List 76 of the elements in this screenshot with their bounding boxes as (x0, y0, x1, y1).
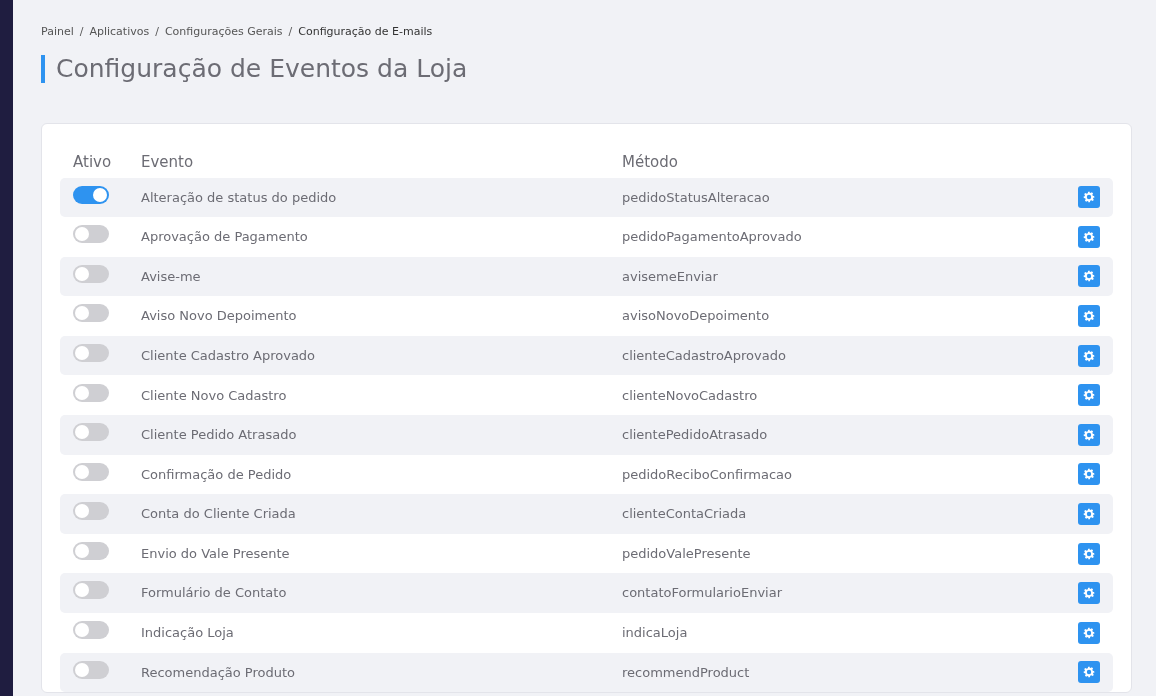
event-name: Indicação Loja (141, 625, 234, 641)
method-name: pedidoValePresente (622, 545, 751, 561)
event-name: Aprovação de Pagamento (141, 229, 308, 245)
toggle-switch[interactable] (73, 225, 109, 244)
event-name: Cliente Novo Cadastro (141, 387, 287, 403)
gear-icon (1082, 229, 1096, 244)
breadcrumb-link[interactable]: Painel (41, 24, 74, 41)
toggle-switch[interactable] (73, 185, 109, 204)
event-name: Recomendação Produto (141, 664, 296, 680)
toggle-switch[interactable] (73, 621, 109, 640)
event-name: Avise-me (141, 268, 201, 284)
toggle-switch[interactable] (73, 462, 109, 481)
method-name: indicaLoja (622, 625, 688, 641)
event-name: Envio do Vale Presente (141, 545, 290, 561)
event-name: Alteração de status do pedido (141, 189, 337, 205)
breadcrumb-link[interactable]: Aplicativos (89, 24, 150, 41)
gear-icon (1082, 427, 1096, 442)
event-name: Cliente Cadastro Aprovado (141, 347, 316, 363)
breadcrumb-separator: / (288, 24, 293, 40)
breadcrumb-current: Configuração de E-mails (298, 24, 433, 40)
settings-button[interactable] (1078, 384, 1100, 407)
settings-button[interactable] (1078, 186, 1100, 209)
event-name: Aviso Novo Depoimento (141, 308, 297, 324)
breadcrumb-link[interactable]: Configurações Gerais (164, 24, 283, 41)
method-name: clienteNovoCadastro (622, 387, 758, 403)
method-name: clienteCadastroAprovado (622, 347, 786, 363)
gear-icon (1082, 190, 1096, 205)
settings-button[interactable] (1078, 542, 1100, 565)
column-header: Ativo (73, 153, 112, 172)
toggle-switch[interactable] (73, 541, 109, 560)
toggle-switch[interactable] (73, 304, 109, 323)
toggle-switch[interactable] (73, 581, 109, 600)
method-name: avisemeEnviar (622, 268, 718, 284)
gear-icon (1082, 348, 1096, 363)
toggle-switch[interactable] (73, 660, 109, 679)
event-name: Confirmação de Pedido (141, 466, 292, 482)
column-header: Método (622, 153, 678, 172)
event-name: Conta do Cliente Criada (141, 506, 296, 522)
gear-icon (1082, 309, 1096, 324)
method-name: pedidoStatusAlteracao (622, 189, 770, 205)
settings-button[interactable] (1078, 423, 1100, 446)
settings-button[interactable] (1078, 305, 1100, 328)
event-name: Formulário de Contato (141, 585, 287, 601)
toggle-switch[interactable] (73, 343, 109, 362)
method-name: pedidoReciboConfirmacao (622, 466, 792, 482)
gear-icon (1082, 467, 1096, 482)
method-name: clienteContaCriada (622, 506, 747, 522)
breadcrumb-separator: / (155, 24, 159, 40)
settings-button[interactable] (1078, 265, 1100, 288)
toggle-switch[interactable] (73, 264, 109, 283)
event-name: Cliente Pedido Atrasado (141, 427, 297, 443)
page-title: Configuração de Eventos da Loja (41, 54, 1132, 83)
settings-button[interactable] (1078, 661, 1100, 684)
settings-button[interactable] (1078, 621, 1100, 644)
method-name: recommendProduct (622, 664, 750, 680)
method-name: avisoNovoDepoimento (622, 308, 770, 324)
gear-icon (1082, 625, 1096, 640)
settings-button[interactable] (1078, 344, 1100, 367)
toggle-switch[interactable] (73, 423, 109, 442)
gear-icon (1082, 507, 1096, 522)
gear-icon (1082, 665, 1096, 680)
gear-icon (1082, 586, 1096, 601)
settings-button[interactable] (1078, 582, 1100, 605)
method-name: contatoFormularioEnviar (622, 585, 782, 601)
toggle-switch[interactable] (73, 383, 109, 402)
settings-button[interactable] (1078, 463, 1100, 486)
breadcrumb-separator: / (79, 24, 84, 40)
column-header: Evento (141, 153, 194, 172)
gear-icon (1082, 388, 1096, 403)
toggle-switch[interactable] (73, 502, 109, 521)
settings-button[interactable] (1078, 503, 1100, 526)
settings-button[interactable] (1078, 225, 1100, 248)
method-name: pedidoPagamentoAprovado (622, 229, 802, 245)
gear-icon (1082, 546, 1096, 561)
gear-icon (1082, 269, 1096, 284)
method-name: clientePedidoAtrasado (622, 427, 768, 443)
